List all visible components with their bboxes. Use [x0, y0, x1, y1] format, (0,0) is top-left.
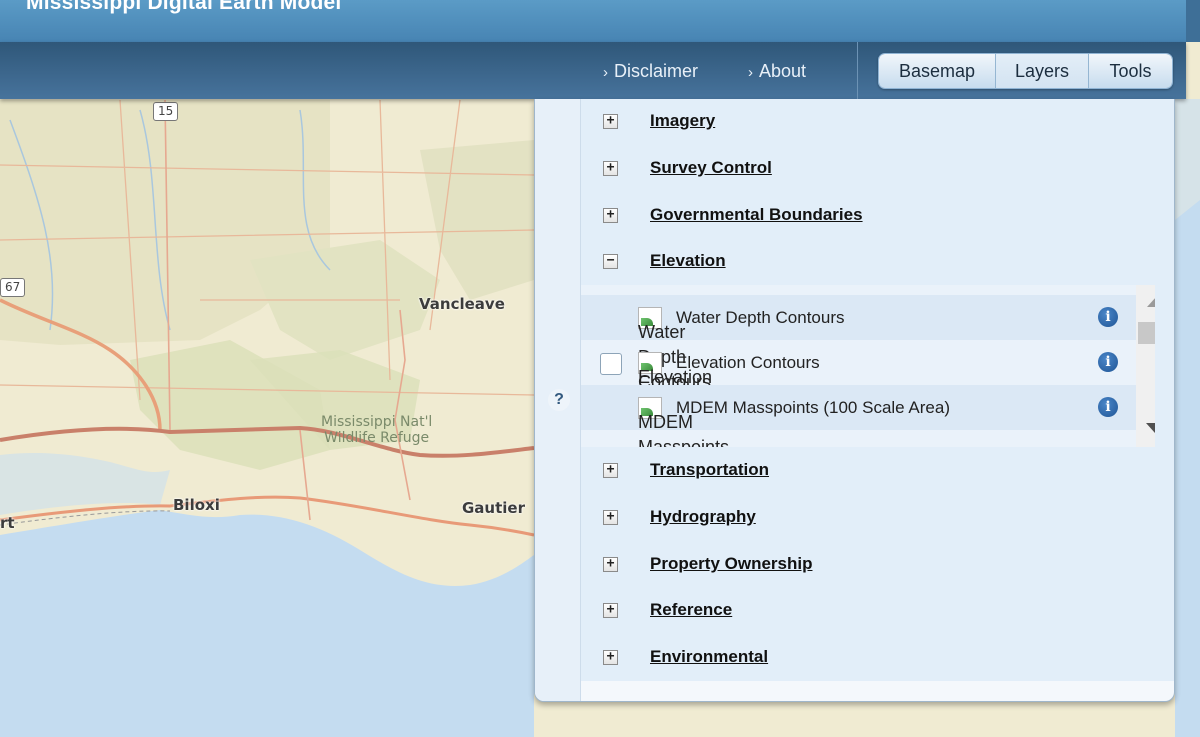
layer-group-label[interactable]: Governmental Boundaries	[650, 205, 863, 225]
sublayer-label: Elevation Contours	[676, 353, 820, 372]
panel-switcher: Basemap Layers Tools	[878, 53, 1173, 89]
info-icon[interactable]: i	[1098, 397, 1118, 417]
layer-group-label[interactable]: Hydrography	[650, 507, 756, 527]
chevron-right-icon: ›	[748, 64, 753, 81]
sublayer-row-mdem-masspoints: MDEM Masspoints MDEM Masspoints (100 Sca…	[581, 385, 1136, 447]
expand-icon[interactable]: +	[603, 510, 618, 525]
layers-panel: ? + Imagery + Survey Control + Governmen…	[534, 99, 1175, 702]
layer-group-label[interactable]: Reference	[650, 600, 732, 620]
expand-icon[interactable]: +	[603, 114, 618, 129]
layer-checkbox[interactable]	[600, 353, 622, 375]
disclaimer-label: Disclaimer	[614, 61, 699, 81]
sublayer-row-water-depth: Water Depth Contours Water Depth Contour…	[581, 295, 1136, 392]
layer-group-label[interactable]: Environmental	[650, 647, 768, 667]
about-link[interactable]: › About	[748, 61, 806, 82]
layer-group-hydrography: + Hydrography	[581, 498, 1174, 538]
layer-group-reference: + Reference	[581, 591, 1174, 631]
info-icon[interactable]: i	[1098, 307, 1118, 327]
layer-group-property-ownership: + Property Ownership	[581, 545, 1174, 585]
panel-left-rail: ?	[535, 99, 581, 701]
map-label-vancleave: Vancleave	[419, 295, 505, 313]
sublayer-row-elevation-contours: Elevation Contours Elevation Contours i	[581, 340, 1136, 412]
expand-icon[interactable]: +	[603, 208, 618, 223]
sublayer-label: Water Depth Contours	[676, 308, 845, 327]
title-bar: Mississippi Digital Earth Model	[0, 0, 1200, 42]
layer-group-label[interactable]: Imagery	[650, 111, 715, 131]
layer-group-imagery: + Imagery	[581, 102, 1174, 142]
disclaimer-link[interactable]: › Disclaimer	[603, 61, 698, 82]
sublayer-scrollbar[interactable]	[1136, 285, 1155, 447]
expand-icon[interactable]: +	[603, 557, 618, 572]
layer-group-label[interactable]: Elevation	[650, 251, 726, 271]
layer-group-label[interactable]: Survey Control	[650, 158, 772, 178]
expand-icon[interactable]: +	[603, 603, 618, 618]
scroll-down-arrow-icon[interactable]	[1146, 423, 1155, 433]
collapse-icon[interactable]: −	[603, 254, 618, 269]
app-title: Mississippi Digital Earth Model	[26, 0, 342, 14]
nav-divider	[857, 42, 858, 99]
map-label-refuge: Mississippi Nat'l Wildlife Refuge	[321, 414, 432, 446]
info-icon[interactable]: i	[1098, 352, 1118, 372]
route-shield-67: 67	[0, 278, 26, 297]
map-label-gautier: Gautier	[462, 499, 525, 517]
expand-icon[interactable]: +	[603, 463, 618, 478]
layer-group-survey-control: + Survey Control	[581, 149, 1174, 189]
layer-group-transportation: + Transportation	[581, 451, 1174, 491]
title-bar-edge	[1186, 0, 1200, 42]
tools-button[interactable]: Tools	[1089, 54, 1172, 88]
refuge-line-2: Wildlife Refuge	[324, 430, 430, 446]
layer-group-elevation: − Elevation	[581, 242, 1174, 282]
map-label-partial: rt	[0, 514, 15, 532]
route-shield-15: 15	[153, 102, 179, 121]
chevron-right-icon: ›	[603, 64, 608, 81]
layer-group-label[interactable]: Transportation	[650, 460, 769, 480]
layers-button[interactable]: Layers	[996, 54, 1089, 88]
layer-group-environmental: + Environmental	[581, 638, 1174, 678]
layer-tree: + Imagery + Survey Control + Governmenta…	[581, 99, 1174, 681]
layer-group-label[interactable]: Property Ownership	[650, 554, 812, 574]
layer-group-governmental-boundaries: + Governmental Boundaries	[581, 196, 1174, 236]
basemap-button[interactable]: Basemap	[879, 54, 996, 88]
nav-bar: › Disclaimer › About Basemap Layers Tools	[0, 42, 1186, 99]
expand-icon[interactable]: +	[603, 161, 618, 176]
elevation-sublayer-list: Water Depth Contours Water Depth Contour…	[581, 285, 1155, 447]
sublayer-label: MDEM Masspoints (100 Scale Area)	[676, 398, 950, 417]
about-label: About	[759, 61, 807, 81]
expand-icon[interactable]: +	[603, 650, 618, 665]
refuge-line-1: Mississippi Nat'l	[321, 414, 433, 430]
help-button[interactable]: ?	[548, 389, 570, 411]
map-label-biloxi: Biloxi	[173, 496, 220, 514]
scroll-up-arrow-icon[interactable]	[1147, 297, 1155, 307]
scroll-thumb[interactable]	[1138, 322, 1155, 344]
